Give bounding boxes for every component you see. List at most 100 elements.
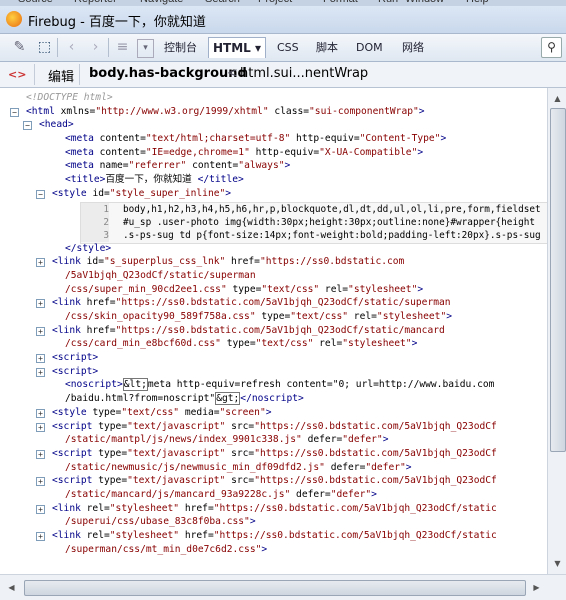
search-icon[interactable]: ⚲	[541, 37, 562, 58]
html-tree-line[interactable]: + <script>	[0, 351, 547, 365]
html-tree-line[interactable]: <meta name="referrer" content="always">	[0, 159, 547, 173]
breadcrumb-selected[interactable]: body.has-background	[89, 66, 247, 81]
expand-node-icon[interactable]: +	[36, 367, 45, 377]
html-tree-line[interactable]: + <link href="https://ss0.bdstatic.com/5a…	[0, 296, 547, 310]
html-tree-line[interactable]: /baidu.html?from=noscript"&gt;</noscript…	[0, 392, 547, 406]
firebug-menu-icon[interactable]: ✎	[10, 38, 29, 57]
html-tree-line[interactable]: <meta content="text/html;charset=utf-8" …	[0, 132, 547, 146]
html-tree-line[interactable]: + <script type="text/javascript" src="htt…	[0, 420, 547, 434]
expand-node-icon[interactable]: +	[36, 326, 45, 336]
html-tree-line[interactable]: /static/mancard/js/mancard_93a9228c.js" …	[0, 488, 547, 502]
menu-item[interactable]: Navigate	[140, 0, 183, 5]
html-tree-line[interactable]: + <script type="text/javascript" src="htt…	[0, 447, 547, 461]
menu-item[interactable]: Search	[205, 0, 240, 5]
html-tree-line[interactable]: /css/skin_opacity90_589f758a.css" type="…	[0, 310, 547, 324]
html-token: "X-UA-Compatible"	[319, 146, 418, 158]
tab-console[interactable]: 控制台	[160, 38, 201, 58]
html-node-text: <head>	[39, 118, 74, 132]
tab-html[interactable]: HTML ▾	[208, 37, 267, 58]
html-node-text: <link href="https://ss0.bdstatic.com/5aV…	[52, 324, 445, 338]
html-tree-line[interactable]: + <link rel="stylesheet" href="https://ss…	[0, 529, 547, 543]
html-tree-line[interactable]: − <html xmlns="http://www.w3.org/1999/xht…	[0, 105, 547, 119]
html-token: <script>	[52, 352, 99, 364]
html-token: &gt;	[215, 392, 241, 406]
inspect-element-icon[interactable]: ⬚	[35, 38, 54, 57]
collapse-node-icon[interactable]: −	[23, 121, 32, 131]
html-tree-line[interactable]: /css/super_min_90cd2ee1.css" type="text/…	[0, 283, 547, 297]
edit-button[interactable]: 编辑	[48, 66, 74, 85]
html-node-text: <meta name="referrer" content="always">	[65, 159, 290, 173]
html-tree-line[interactable]: /5aV1bjqh_Q23odCf/static/superman	[0, 269, 547, 283]
tab-script[interactable]: 脚本	[312, 38, 342, 58]
html-tree-line[interactable]: + <link rel="stylesheet" href="https://ss…	[0, 502, 547, 516]
tab-dom[interactable]: DOM	[352, 38, 387, 58]
breadcrumb-parent[interactable]: html.sui...nentWrap	[240, 66, 368, 81]
html-tree-line[interactable]: 1 body,h1,h2,h3,h4,h5,h6,hr,p,blockquote,…	[0, 201, 547, 244]
html-token: meta http-equiv=refresh content="0; url=…	[147, 379, 495, 391]
html-tree-line[interactable]	[0, 214, 547, 228]
expand-node-icon[interactable]: +	[36, 532, 45, 541]
html-tree-line[interactable]: + <link id="s_superplus_css_lnk" href="ht…	[0, 255, 547, 269]
html-token: type=	[220, 338, 256, 350]
menu-item[interactable]: Run	[378, 0, 398, 5]
html-tree-line[interactable]: + <style type="text/css" media="screen">	[0, 406, 547, 420]
menu-item[interactable]: Format	[323, 0, 358, 5]
forward-arrow-icon[interactable]: ›	[86, 38, 105, 57]
html-tree-line[interactable]: + <script>	[0, 365, 547, 379]
menu-item[interactable]: Project	[258, 0, 292, 5]
html-tree-line[interactable]: <noscript>&lt;meta http-equiv=refresh co…	[0, 378, 547, 392]
scroll-down-icon[interactable]: ▼	[548, 555, 566, 572]
html-token: type=	[226, 283, 262, 295]
html-tree-line[interactable]	[0, 228, 547, 242]
scroll-up-icon[interactable]: ▲	[548, 90, 566, 107]
html-token: media=	[179, 406, 220, 418]
expand-node-icon[interactable]: +	[36, 422, 45, 432]
html-token: >	[405, 461, 412, 473]
html-tree-line[interactable]: /static/newmusic/js/newmusic_min_df09dfd…	[0, 461, 547, 475]
html-panel-options-icon[interactable]: <>	[8, 66, 26, 83]
scroll-thumb[interactable]	[550, 108, 566, 452]
collapse-node-icon[interactable]: −	[36, 189, 45, 199]
back-arrow-icon[interactable]: ‹	[62, 38, 81, 57]
html-tree-line[interactable]: /superman/css/mt_min_d0e7c6d2.css">	[0, 543, 547, 557]
scroll-thumb[interactable]	[24, 580, 526, 596]
scroll-right-icon[interactable]: ▶	[528, 579, 545, 596]
menu-item[interactable]: Help	[466, 0, 489, 5]
horizontal-scrollbar[interactable]: ◀ ▶	[0, 574, 566, 600]
html-token: type=	[98, 420, 128, 432]
html-tree-line[interactable]: − <style id="style_super_inline">	[0, 187, 547, 201]
firebug-logo-icon	[6, 11, 22, 27]
tab-net[interactable]: 网络	[398, 38, 428, 58]
html-tree-line[interactable]: <meta content="IE=edge,chrome=1" http-eq…	[0, 146, 547, 160]
html-tree-line[interactable]: <!DOCTYPE html>	[0, 91, 547, 105]
scroll-left-icon[interactable]: ◀	[3, 579, 20, 596]
expand-node-icon[interactable]: +	[36, 354, 45, 364]
html-tree-line[interactable]: + <script type="text/javascript" src="htt…	[0, 474, 547, 488]
tab-css[interactable]: CSS	[273, 38, 303, 58]
html-tree-line[interactable]: <title>百度一下，你就知道 </title>	[0, 173, 547, 187]
expand-node-icon[interactable]: +	[36, 477, 45, 487]
html-tree-line[interactable]: </style>	[0, 242, 547, 256]
expand-node-icon[interactable]: +	[36, 258, 45, 268]
html-tree-panel[interactable]: <!DOCTYPE html> − <html xmlns="http://www.…	[0, 88, 547, 574]
panel-dropdown-icon[interactable]: ▾	[137, 39, 154, 58]
html-tree-line[interactable]: − <head>	[0, 118, 547, 132]
html-tree-line[interactable]: /superui/css/ubase_83c8f0ba.css">	[0, 515, 547, 529]
menu-item[interactable]: Reporter	[74, 0, 117, 5]
menu-item[interactable]: Window	[405, 0, 444, 5]
list-menu-icon[interactable]: ≡	[113, 38, 132, 57]
expand-node-icon[interactable]: +	[36, 299, 45, 309]
html-node-text: /static/mantpl/js/news/index_9901c338.js…	[65, 433, 388, 447]
html-tree-line[interactable]: + <link href="https://ss0.bdstatic.com/5a…	[0, 324, 547, 338]
expand-node-icon[interactable]: +	[36, 504, 45, 514]
expand-node-icon[interactable]: +	[36, 449, 45, 459]
html-tree-line[interactable]: /static/mantpl/js/news/index_9901c338.js…	[0, 433, 547, 447]
html-token: "IE=edge,chrome=1"	[145, 146, 250, 158]
collapse-node-icon[interactable]: −	[10, 107, 19, 117]
menu-item[interactable]: Source	[18, 0, 53, 5]
expand-node-icon[interactable]: +	[36, 408, 45, 418]
vertical-scrollbar[interactable]: ▲ ▼	[547, 88, 566, 574]
html-token: href=	[179, 530, 214, 541]
html-tree-line[interactable]: /css/card_min_e8bcf60d.css" type="text/c…	[0, 337, 547, 351]
html-node-text: <link rel="stylesheet" href="https://ss0…	[52, 529, 497, 543]
